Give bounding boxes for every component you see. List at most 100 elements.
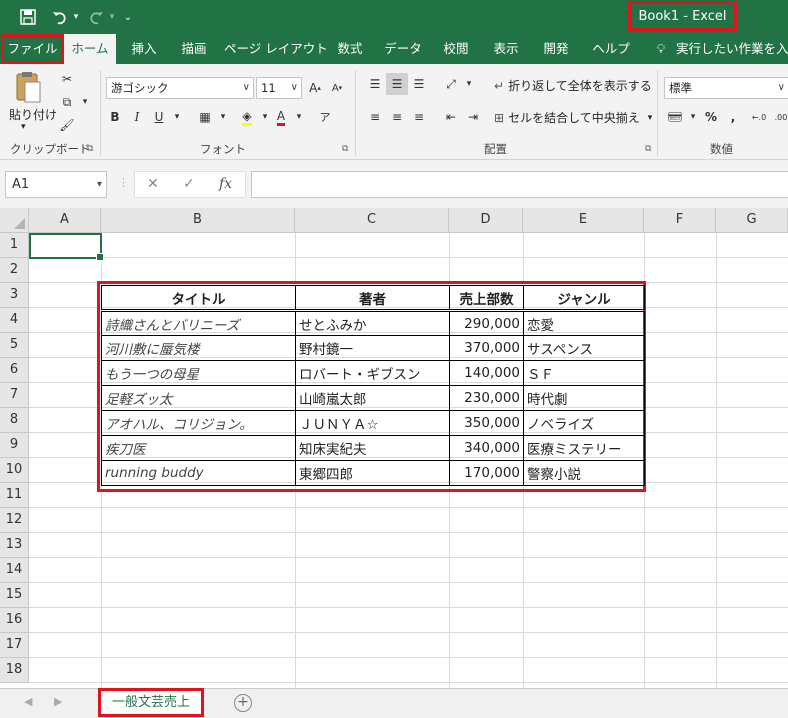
column-header[interactable]: G	[716, 208, 788, 233]
number-format-select[interactable]: 標準 ∨	[664, 77, 788, 99]
paste-icon[interactable]	[14, 70, 42, 104]
align-right-icon[interactable]: ≡	[408, 106, 430, 128]
row-header[interactable]: 7	[0, 383, 29, 408]
formula-input[interactable]	[251, 171, 788, 198]
tab-home[interactable]: ホーム	[64, 34, 116, 64]
cell-sales[interactable]: 230,000	[449, 385, 524, 411]
font-size-select[interactable]: 11 ∨	[256, 77, 302, 99]
border-dropdown-icon[interactable]: ▾	[212, 106, 234, 128]
cell-title[interactable]: running buddy	[101, 460, 296, 486]
tell-me-search[interactable]: 実行したい作業を入力	[676, 34, 788, 64]
row-header[interactable]: 3	[0, 283, 29, 308]
column-header[interactable]: B	[101, 208, 295, 233]
merge-center-button[interactable]: ⊞ セルを結合して中央揃え ▾	[494, 109, 652, 126]
cell-sales[interactable]: 370,000	[449, 335, 524, 361]
sheet-tab[interactable]: 一般文芸売上	[98, 688, 204, 717]
row-header[interactable]: 14	[0, 558, 29, 583]
clipboard-launcher-icon[interactable]: ⧉	[87, 144, 93, 154]
column-header[interactable]: F	[644, 208, 716, 233]
tab-insert[interactable]: 挿入	[124, 34, 164, 64]
tab-view[interactable]: 表示	[486, 34, 526, 64]
cell-genre[interactable]: 時代劇	[523, 385, 645, 411]
row-header[interactable]: 4	[0, 308, 29, 333]
font-launcher-icon[interactable]: ⧉	[342, 144, 348, 154]
cut-icon[interactable]: ✂	[56, 68, 78, 90]
cell-genre[interactable]: 医療ミステリー	[523, 435, 645, 461]
cell-title[interactable]: 詩織さんとバリニーズ	[101, 310, 296, 336]
active-cell[interactable]	[29, 233, 104, 261]
row-header[interactable]: 2	[0, 258, 29, 283]
percent-icon[interactable]: %	[700, 106, 722, 128]
increase-font-icon[interactable]: A ▴	[304, 77, 326, 99]
column-header[interactable]: A	[29, 208, 101, 233]
row-header[interactable]: 15	[0, 583, 29, 608]
row-header[interactable]: 8	[0, 408, 29, 433]
column-header[interactable]: E	[523, 208, 644, 233]
comma-style-icon[interactable]: ,	[722, 106, 744, 128]
paste-dropdown-icon[interactable]: ▾	[21, 122, 26, 132]
align-middle-icon[interactable]: ☰	[386, 73, 408, 95]
column-header[interactable]: D	[449, 208, 523, 233]
row-header[interactable]: 12	[0, 508, 29, 533]
cell-title[interactable]: もう一つの母星	[101, 360, 296, 386]
cell-author[interactable]: ＪＵＮＹＡ☆	[295, 410, 450, 436]
header-cell-title[interactable]: タイトル	[101, 285, 296, 312]
align-top-icon[interactable]: ☰	[364, 73, 386, 95]
sheet-next-icon[interactable]: ▶	[54, 695, 62, 708]
increase-indent-icon[interactable]: ⇥	[462, 106, 484, 128]
cell-sales[interactable]: 140,000	[449, 360, 524, 386]
tab-help[interactable]: ヘルプ	[586, 34, 636, 64]
tab-formulas[interactable]: 数式	[330, 34, 370, 64]
bold-icon[interactable]: B	[104, 106, 126, 128]
cell-title[interactable]: 疾刀医	[101, 435, 296, 461]
insert-function-icon[interactable]: fx	[219, 176, 232, 192]
font-name-select[interactable]: 游ゴシック ∨	[106, 77, 254, 99]
select-all-corner[interactable]	[0, 208, 29, 233]
formula-bar-grip[interactable]: ⋮	[118, 176, 129, 189]
decrease-decimal-icon[interactable]: .00	[770, 106, 788, 128]
cell-title[interactable]: 河川敷に蜃気楼	[101, 335, 296, 361]
cell-genre[interactable]: 警察小説	[523, 460, 645, 486]
decrease-font-icon[interactable]: A ▾	[326, 77, 348, 99]
cell-genre[interactable]: ノベライズ	[523, 410, 645, 436]
row-header[interactable]: 13	[0, 533, 29, 558]
cell-author[interactable]: 知床実紀夫	[295, 435, 450, 461]
cell-sales[interactable]: 290,000	[449, 310, 524, 336]
font-color-dropdown-icon[interactable]: ▾	[288, 106, 310, 128]
tab-draw[interactable]: 描画	[174, 34, 214, 64]
cell-author[interactable]: せとふみか	[295, 310, 450, 336]
cell-title[interactable]: 足軽ズッ太	[101, 385, 296, 411]
wrap-text-button[interactable]: ↵ 折り返して全体を表示する	[494, 77, 652, 94]
copy-dropdown-icon[interactable]: ▾	[74, 91, 96, 113]
cell-sales[interactable]: 340,000	[449, 435, 524, 461]
enter-icon[interactable]: ✓	[183, 176, 195, 192]
header-cell-genre[interactable]: ジャンル	[523, 285, 645, 312]
alignment-launcher-icon[interactable]: ⧉	[645, 144, 651, 154]
align-center-icon[interactable]: ≡	[386, 106, 408, 128]
column-header[interactable]: C	[295, 208, 449, 233]
header-cell-author[interactable]: 著者	[295, 285, 450, 312]
align-bottom-icon[interactable]: ☰	[408, 73, 430, 95]
name-box[interactable]: A1 ▾	[5, 171, 107, 198]
phonetic-guide-icon[interactable]: ア	[314, 106, 336, 128]
tab-file[interactable]: ファイル	[1, 34, 64, 64]
save-icon[interactable]	[18, 7, 38, 27]
tab-developer[interactable]: 開発	[536, 34, 576, 64]
increase-decimal-icon[interactable]: ←.0	[748, 106, 770, 128]
row-header[interactable]: 10	[0, 458, 29, 483]
row-header[interactable]: 16	[0, 608, 29, 633]
decrease-indent-icon[interactable]: ⇤	[440, 106, 462, 128]
undo-dropdown-icon[interactable]: ▾	[66, 7, 86, 27]
row-header[interactable]: 11	[0, 483, 29, 508]
row-header[interactable]: 9	[0, 433, 29, 458]
orientation-dropdown-icon[interactable]: ▾	[458, 73, 480, 95]
underline-dropdown-icon[interactable]: ▾	[166, 106, 188, 128]
cell-author[interactable]: 野村鏡一	[295, 335, 450, 361]
tab-page-layout[interactable]: ページ レイアウト	[224, 34, 328, 64]
italic-icon[interactable]: I	[126, 106, 148, 128]
sheet-prev-icon[interactable]: ◀	[24, 695, 32, 708]
cell-author[interactable]: ロバート・ギブスン	[295, 360, 450, 386]
format-painter-icon[interactable]: 🖌︎	[56, 114, 78, 136]
row-header[interactable]: 17	[0, 633, 29, 658]
cell-genre[interactable]: サスペンス	[523, 335, 645, 361]
